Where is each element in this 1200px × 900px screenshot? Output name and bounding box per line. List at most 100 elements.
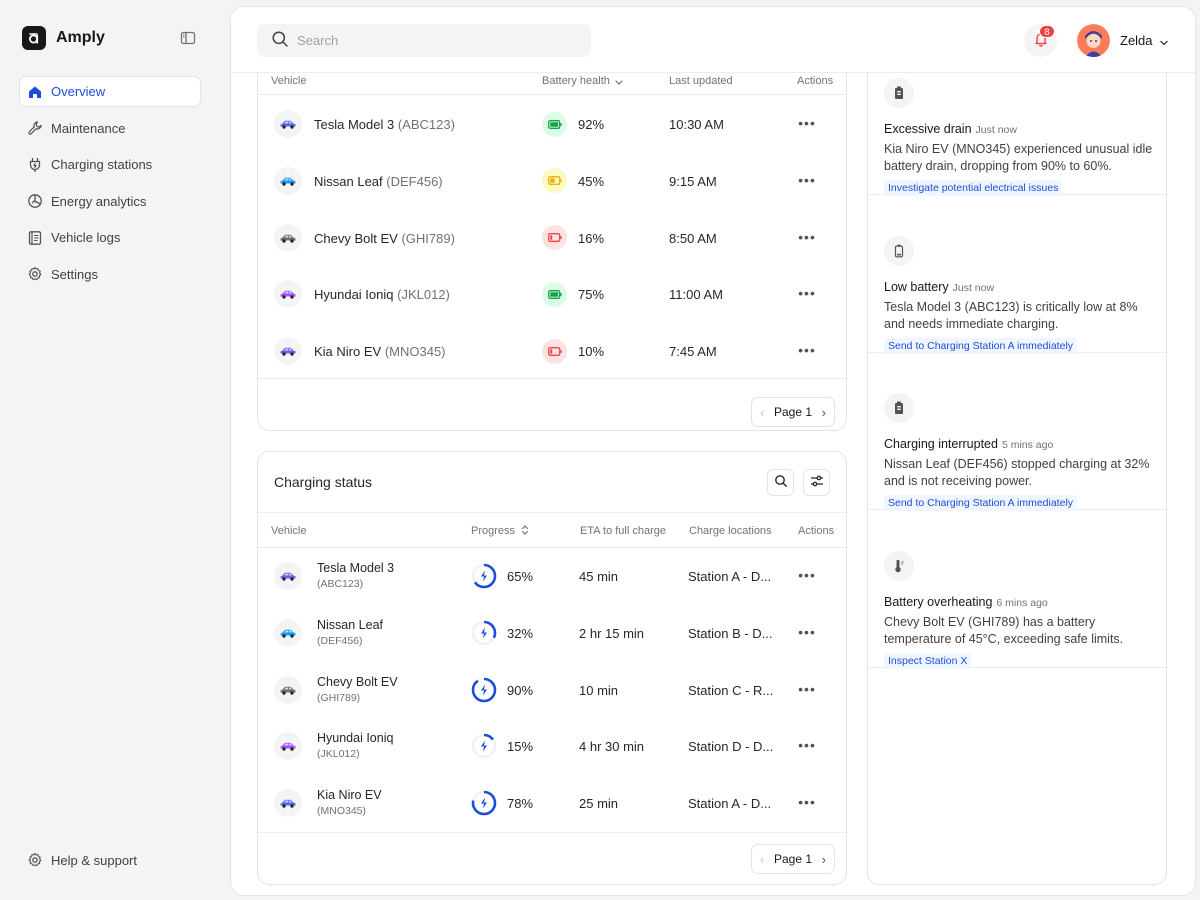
- amply-logo-icon: [22, 26, 46, 50]
- alert-title-text: Charging interrupted: [884, 437, 998, 451]
- charging-status-card: Charging status Vehicle Progress ETA to …: [257, 451, 847, 885]
- prev-page-icon[interactable]: ‹: [760, 405, 764, 420]
- table-row[interactable]: Nissan Leaf (DEF456) 32% 2 hr 15 min Station…: [258, 606, 846, 663]
- progress-ring: [470, 676, 498, 704]
- vehicle-model: Hyundai Ioniq: [317, 731, 394, 746]
- last-updated: 9:15 AM: [669, 173, 717, 189]
- vehicle-code: (ABC123): [317, 578, 364, 590]
- vehicle-code: (DEF456): [386, 173, 443, 189]
- brand[interactable]: Amply: [22, 26, 105, 50]
- sort-icon[interactable]: [614, 77, 624, 90]
- vehicle-code: (JKL012): [317, 748, 360, 761]
- alert-time: Just now: [952, 281, 995, 294]
- col-progress[interactable]: Progress: [471, 525, 515, 537]
- user-menu[interactable]: Zelda: [1077, 24, 1169, 57]
- sidebar-item-label: Charging stations: [51, 157, 153, 173]
- page-label: Page 1: [773, 852, 813, 866]
- vehicle-model: Kia Niro EV: [314, 344, 382, 360]
- prev-page-icon[interactable]: ‹: [760, 852, 764, 867]
- app-name: Amply: [56, 29, 105, 46]
- vehicle-code: (MNO345): [384, 344, 446, 360]
- sidebar-item-settings[interactable]: Settings: [20, 260, 200, 289]
- vehicle-model: Nissan Leaf: [317, 617, 384, 632]
- alert-body: Nissan Leaf (DEF456) stopped charging at…: [884, 457, 1150, 488]
- more-actions-icon[interactable]: •••: [798, 567, 816, 583]
- more-actions-icon[interactable]: •••: [798, 115, 816, 131]
- alert-item[interactable]: Battery overheating 6 mins ago Chevy Bolt …: [868, 510, 1166, 669]
- more-actions-icon[interactable]: •••: [798, 172, 816, 188]
- vehicle-model: Nissan Leaf: [314, 173, 383, 189]
- next-page-icon[interactable]: ›: [822, 405, 826, 420]
- charging-pagination[interactable]: ‹ Page 1 ›: [751, 844, 835, 874]
- col-battery-health[interactable]: Battery health: [542, 75, 610, 87]
- vehicle-name: Tesla Model 3 (ABC123): [314, 117, 455, 132]
- charging-search-button[interactable]: [767, 469, 794, 496]
- charge-location: Station B - D...: [688, 625, 773, 641]
- battery-icon: [542, 281, 567, 307]
- chart-icon: [27, 193, 43, 209]
- charging-filter-button[interactable]: [803, 469, 830, 496]
- table-row[interactable]: Hyundai Ioniq (JKL012) 75% 11:00 AM •••: [258, 266, 846, 323]
- user-name: Zelda: [1120, 33, 1153, 48]
- sidebar-item-label: Energy analytics: [51, 193, 147, 209]
- sliders-icon: [810, 474, 824, 491]
- table-row[interactable]: Nissan Leaf (DEF456) 45% 9:15 AM •••: [258, 153, 846, 210]
- battery-percent: 75%: [578, 287, 605, 303]
- car-icon: [274, 166, 302, 195]
- col-actions: Actions: [797, 75, 834, 87]
- alert-title: Battery overheating 6 mins ago: [884, 595, 1048, 609]
- charge-location: Station A - D...: [688, 796, 772, 812]
- alert-item[interactable]: Charging interrupted 5 mins ago Nissan Lea…: [868, 352, 1166, 511]
- next-page-icon[interactable]: ›: [822, 852, 826, 867]
- sidebar-item-label: Vehicle logs: [51, 230, 121, 246]
- vehicle-cell: Nissan Leaf (DEF456): [317, 618, 383, 647]
- table-row[interactable]: Kia Niro EV (MNO345) 78% 25 min Station A - …: [258, 776, 846, 833]
- more-actions-icon[interactable]: •••: [798, 285, 816, 301]
- more-actions-icon[interactable]: •••: [798, 794, 816, 810]
- sidebar-nav: Overview Maintenance Charging stations Ener…: [20, 77, 200, 297]
- last-updated: 10:30 AM: [669, 117, 724, 132]
- table-row[interactable]: Hyundai Ioniq (JKL012) 15% 4 hr 30 min Stati…: [258, 719, 846, 776]
- sidebar-toggle-icon[interactable]: [180, 30, 196, 46]
- alert-time: 6 mins ago: [996, 596, 1048, 609]
- sidebar-item-energy-analytics[interactable]: Energy analytics: [20, 187, 200, 216]
- battery-low-icon: [884, 235, 914, 266]
- alert-action-tag[interactable]: Inspect Station X: [884, 652, 972, 669]
- more-actions-icon[interactable]: •••: [798, 624, 816, 640]
- vehicle-cell: Hyundai Ioniq (JKL012): [317, 731, 393, 760]
- table-row[interactable]: Chevy Bolt EV (GHI789) 16% 8:50 AM •••: [258, 210, 846, 267]
- health-pagination[interactable]: ‹ Page 1 ›: [751, 397, 835, 427]
- table-row[interactable]: Chevy Bolt EV (GHI789) 90% 10 min Station C …: [258, 663, 846, 720]
- search-input[interactable]: [297, 33, 577, 48]
- alert-title: Charging interrupted 5 mins ago: [884, 437, 1053, 451]
- table-row[interactable]: Kia Niro EV (MNO345) 10% 7:45 AM •••: [258, 323, 846, 380]
- table-row[interactable]: Tesla Model 3 (ABC123) 65% 45 min Station A …: [258, 549, 846, 606]
- battery-icon: [542, 111, 567, 137]
- charge-location: Station D - D...: [688, 739, 774, 755]
- more-actions-icon[interactable]: •••: [798, 737, 816, 753]
- more-actions-icon[interactable]: •••: [798, 342, 816, 358]
- sidebar-item-overview[interactable]: Overview: [20, 77, 200, 106]
- plug-icon: [27, 157, 43, 173]
- sort-icon[interactable]: [520, 524, 530, 539]
- help-support-link[interactable]: Help & support: [27, 852, 137, 868]
- sidebar-item-maintenance[interactable]: Maintenance: [20, 114, 200, 143]
- vehicle-name: Hyundai Ioniq (JKL012): [314, 287, 450, 302]
- sidebar-item-label: Settings: [51, 266, 98, 282]
- progress-ring: [470, 619, 498, 647]
- table-divider: [258, 832, 846, 833]
- col-actions: Actions: [798, 525, 835, 537]
- notifications-button[interactable]: 8: [1024, 24, 1057, 57]
- table-row[interactable]: Tesla Model 3 (ABC123) 92% 10:30 AM •••: [258, 96, 846, 153]
- sidebar-item-charging-stations[interactable]: Charging stations: [20, 150, 200, 179]
- sidebar-item-vehicle-logs[interactable]: Vehicle logs: [20, 223, 200, 252]
- more-actions-icon[interactable]: •••: [798, 229, 816, 245]
- vehicle-code: (ABC123): [397, 117, 455, 132]
- alert-item[interactable]: Low battery Just now Tesla Model 3 (ABC123…: [868, 195, 1166, 354]
- alert-time: 5 mins ago: [1001, 439, 1054, 451]
- main-panel: 8 Zelda Vehicle Battery health Last upda…: [230, 6, 1196, 896]
- vehicle-name: Nissan Leaf (DEF456): [314, 174, 443, 189]
- more-actions-icon[interactable]: •••: [798, 681, 816, 697]
- search-box[interactable]: [257, 24, 591, 57]
- vehicle-model: Hyundai Ioniq: [314, 287, 394, 303]
